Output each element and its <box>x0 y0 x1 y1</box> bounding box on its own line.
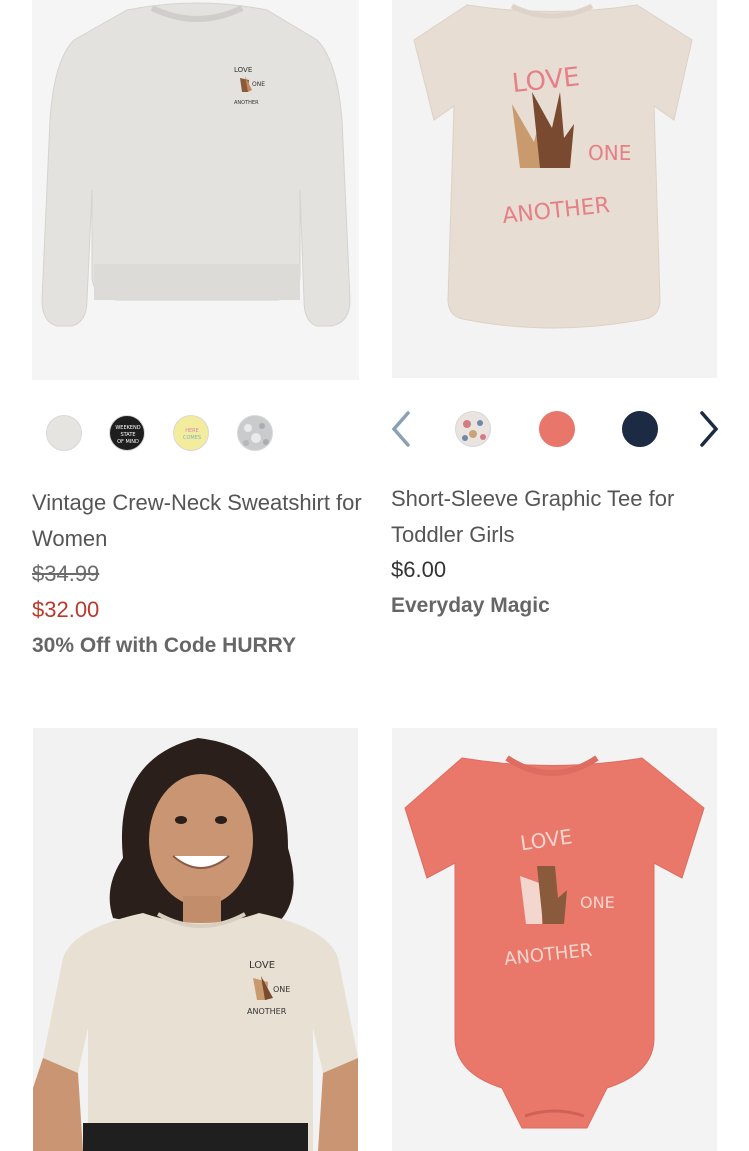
svg-text:STATE: STATE <box>120 432 135 438</box>
here-comes-graphic-icon: HERE COMES <box>183 428 201 441</box>
promo-text: Everyday Magic <box>391 594 550 617</box>
svg-text:HERE: HERE <box>185 428 199 434</box>
graphic-text-another: ANOTHER <box>247 1007 287 1016</box>
sweatshirt-illustration: LOVE ONE ANOTHER <box>41 2 351 327</box>
graphic-text-love: LOVE <box>234 66 252 74</box>
promo-text: 30% Off with Code HURRY <box>32 634 297 657</box>
product-card[interactable]: LOVE ONE ANOTHER WEEKEND STATE OF MIND H… <box>0 0 374 680</box>
graphic-text-one: ONE <box>588 141 631 165</box>
bodysuit-illustration: LOVE ONE ANOTHER <box>404 755 705 1129</box>
product-card[interactable]: LOVE ONE ANOTHER <box>374 728 749 1151</box>
price: $6.00 <box>391 557 447 582</box>
sale-price: $32.00 <box>32 597 100 622</box>
swatch-black-weekend[interactable]: WEEKEND STATE OF MIND <box>109 415 145 451</box>
graphic-text-one: ONE <box>252 81 265 88</box>
product-image[interactable]: LOVE ONE ANOTHER <box>32 0 359 380</box>
product-title[interactable]: Short-Sleeve Graphic Tee for Toddler Gir… <box>391 481 731 553</box>
svg-text:OF MIND: OF MIND <box>117 439 139 445</box>
svg-text:WEEKEND: WEEKEND <box>115 425 140 431</box>
graphic-text-one: ONE <box>273 985 290 994</box>
product-image[interactable]: LOVE ONE ANOTHER <box>392 0 717 378</box>
swatch-prev-arrow-icon[interactable] <box>384 409 418 449</box>
original-price: $34.99 <box>32 561 100 586</box>
swatch-floral-gray[interactable] <box>237 415 273 451</box>
product-image[interactable]: LOVE ONE ANOTHER <box>392 728 717 1151</box>
swatch-heather-gray[interactable] <box>46 415 82 451</box>
swatch-next-arrow-icon[interactable] <box>692 409 726 449</box>
product-card[interactable]: LOVE ONE ANOTHER <box>0 728 374 1151</box>
product-card[interactable]: LOVE ONE ANOTHER Short-Sleeve Graphic Te… <box>374 0 749 680</box>
tee-illustration: LOVE ONE ANOTHER <box>413 3 693 329</box>
swatch-navy[interactable] <box>622 411 658 447</box>
weekend-graphic-icon: WEEKEND STATE OF MIND <box>115 425 140 445</box>
model-wearing-tee-illustration: LOVE ONE ANOTHER <box>33 738 358 1151</box>
product-image[interactable]: LOVE ONE ANOTHER <box>33 728 358 1151</box>
graphic-text-one: ONE <box>580 893 615 912</box>
svg-text:COMES: COMES <box>183 435 201 441</box>
swatch-yellow-here-comes[interactable]: HERE COMES <box>173 415 209 451</box>
swatch-coral[interactable] <box>539 411 575 447</box>
floral-pattern-icon <box>243 423 269 446</box>
graphic-text-another: ANOTHER <box>234 100 259 106</box>
product-title[interactable]: Vintage Crew-Neck Sweatshirt for Women <box>32 485 368 557</box>
graphic-text-love: LOVE <box>249 960 275 971</box>
swatch-floral-white[interactable] <box>455 411 491 447</box>
floral-pattern-icon <box>462 420 486 441</box>
